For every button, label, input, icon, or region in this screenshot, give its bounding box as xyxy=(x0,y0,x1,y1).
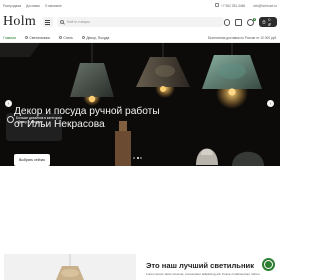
compare-icon[interactable] xyxy=(235,18,243,26)
promo-story-icon xyxy=(7,116,14,123)
top-contacts: +7 962 253-3466 info@holm-art.ru xyxy=(215,3,277,8)
search-placeholder: Найти товары xyxy=(66,20,90,24)
nav-item-home[interactable]: Главная xyxy=(3,36,16,40)
chat-icon[interactable] xyxy=(262,258,275,271)
chevron-left-icon: ‹ xyxy=(7,101,10,106)
delivery-promo: Бесплатная доставка по России от 10 000 … xyxy=(207,35,277,40)
logo[interactable]: Holm xyxy=(3,14,41,30)
catalog-menu-button[interactable] xyxy=(42,17,53,27)
hero-title-line1: Декор и посуда ручной работы xyxy=(14,106,160,117)
nav-item-label: Декор, Посуда xyxy=(86,35,110,40)
search-input[interactable]: Найти товары xyxy=(56,17,224,27)
favorites-badge: 2 xyxy=(252,17,257,21)
lamp-image xyxy=(4,254,136,280)
lamp-icon xyxy=(24,36,28,39)
slide-dot[interactable] xyxy=(133,157,135,159)
nav-item-label: Главная xyxy=(3,35,16,40)
section-subtitle: Lorem ipsum dolor sit amet, consectetur … xyxy=(146,272,260,276)
hero-title: Декор и посуда ручной работы от Ильи Нек… xyxy=(14,105,214,131)
hero-slider: Больше дизайнов в категории «Декор и пос… xyxy=(0,43,280,166)
top-link-about[interactable]: О магазине xyxy=(45,4,62,8)
cart-total: 0 ₽ xyxy=(268,17,271,27)
phone-link[interactable]: +7 962 253-3466 xyxy=(215,3,245,8)
prev-slide-button[interactable]: ‹ xyxy=(5,100,12,107)
hero-title-line2: от Ильи Некрасова xyxy=(14,119,105,130)
nav-item-lamps[interactable]: Светильники xyxy=(24,35,50,40)
phone-icon xyxy=(215,3,219,7)
top-link-delivery[interactable]: Доставка xyxy=(26,4,40,8)
section-title: Это наш лучший светильник xyxy=(146,261,254,270)
bag-icon xyxy=(262,20,266,24)
nav-item-label: Светильники xyxy=(29,35,50,40)
featured-lamp-image[interactable] xyxy=(4,254,136,280)
site-header: Holm Найти товары 2 0 ₽ xyxy=(0,11,280,33)
slide-dot[interactable] xyxy=(140,157,142,159)
top-utility-bar: Распродажа Доставка О магазине +7 962 25… xyxy=(0,0,280,11)
search-icon xyxy=(59,20,64,24)
menu-icon xyxy=(45,19,51,21)
user-icon[interactable] xyxy=(223,18,231,26)
nav-item-style[interactable]: Стиль xyxy=(58,35,73,40)
featured-section: Это наш лучший светильник Lorem ipsum do… xyxy=(0,166,280,280)
chevron-right-icon: › xyxy=(269,101,272,106)
nav-item-label: Стиль xyxy=(63,35,73,40)
phone-number: +7 962 253-3466 xyxy=(221,4,246,8)
style-icon xyxy=(58,36,62,39)
slider-dots xyxy=(133,157,142,159)
top-link-sale[interactable]: Распродажа xyxy=(3,4,21,8)
decor-icon xyxy=(81,36,85,39)
top-links: Распродажа Доставка О магазине xyxy=(3,4,62,8)
heart-icon[interactable]: 2 xyxy=(247,17,257,26)
nav-item-decor[interactable]: Декор, Посуда xyxy=(81,35,110,40)
choose-now-button[interactable]: Выбрать сейчас xyxy=(14,154,51,166)
slide-dot-active[interactable] xyxy=(136,157,139,159)
main-nav: Главная Светильники Стиль Декор, Посуда … xyxy=(0,33,280,43)
header-actions: 2 0 ₽ xyxy=(223,17,278,27)
email-link[interactable]: info@holm-art.ru xyxy=(253,4,277,8)
cart-button[interactable]: 0 ₽ xyxy=(259,17,277,27)
next-slide-button[interactable]: › xyxy=(267,100,274,107)
